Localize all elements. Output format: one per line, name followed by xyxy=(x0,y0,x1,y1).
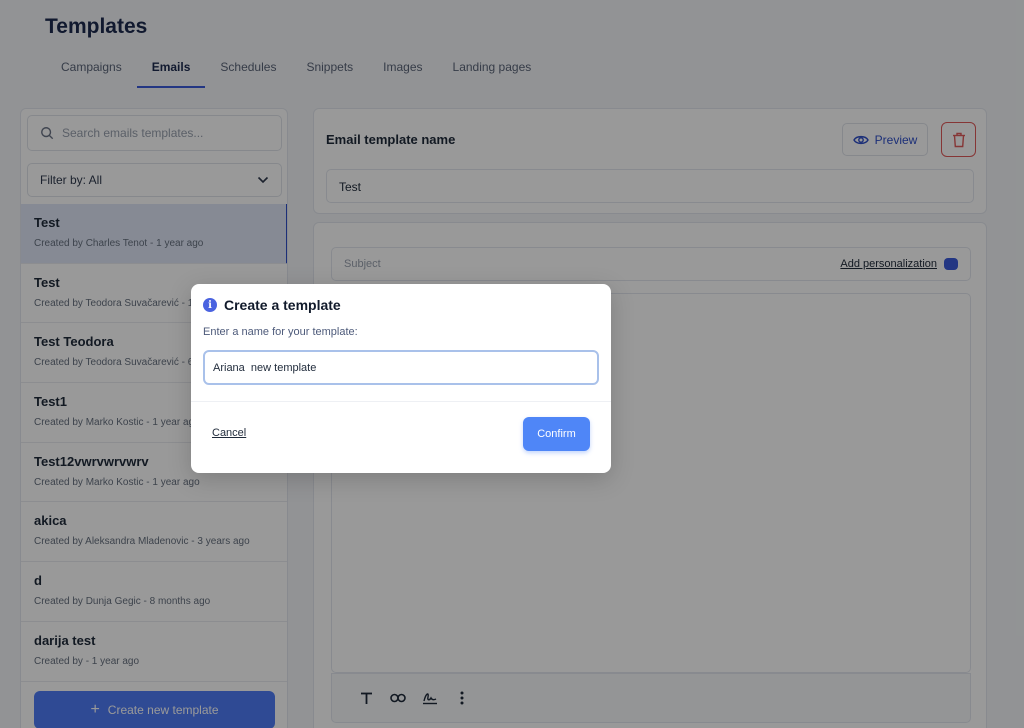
cancel-button[interactable]: Cancel xyxy=(212,427,246,439)
modal-divider xyxy=(191,401,611,402)
modal-title: i Create a template xyxy=(203,297,341,313)
template-name-input[interactable]: Ariana new template xyxy=(203,350,599,385)
info-icon: i xyxy=(203,298,217,312)
create-template-modal: i Create a template Enter a name for you… xyxy=(191,284,611,473)
modal-title-text: Create a template xyxy=(224,297,341,313)
confirm-button[interactable]: Confirm xyxy=(523,417,590,451)
modal-prompt: Enter a name for your template: xyxy=(203,326,358,338)
